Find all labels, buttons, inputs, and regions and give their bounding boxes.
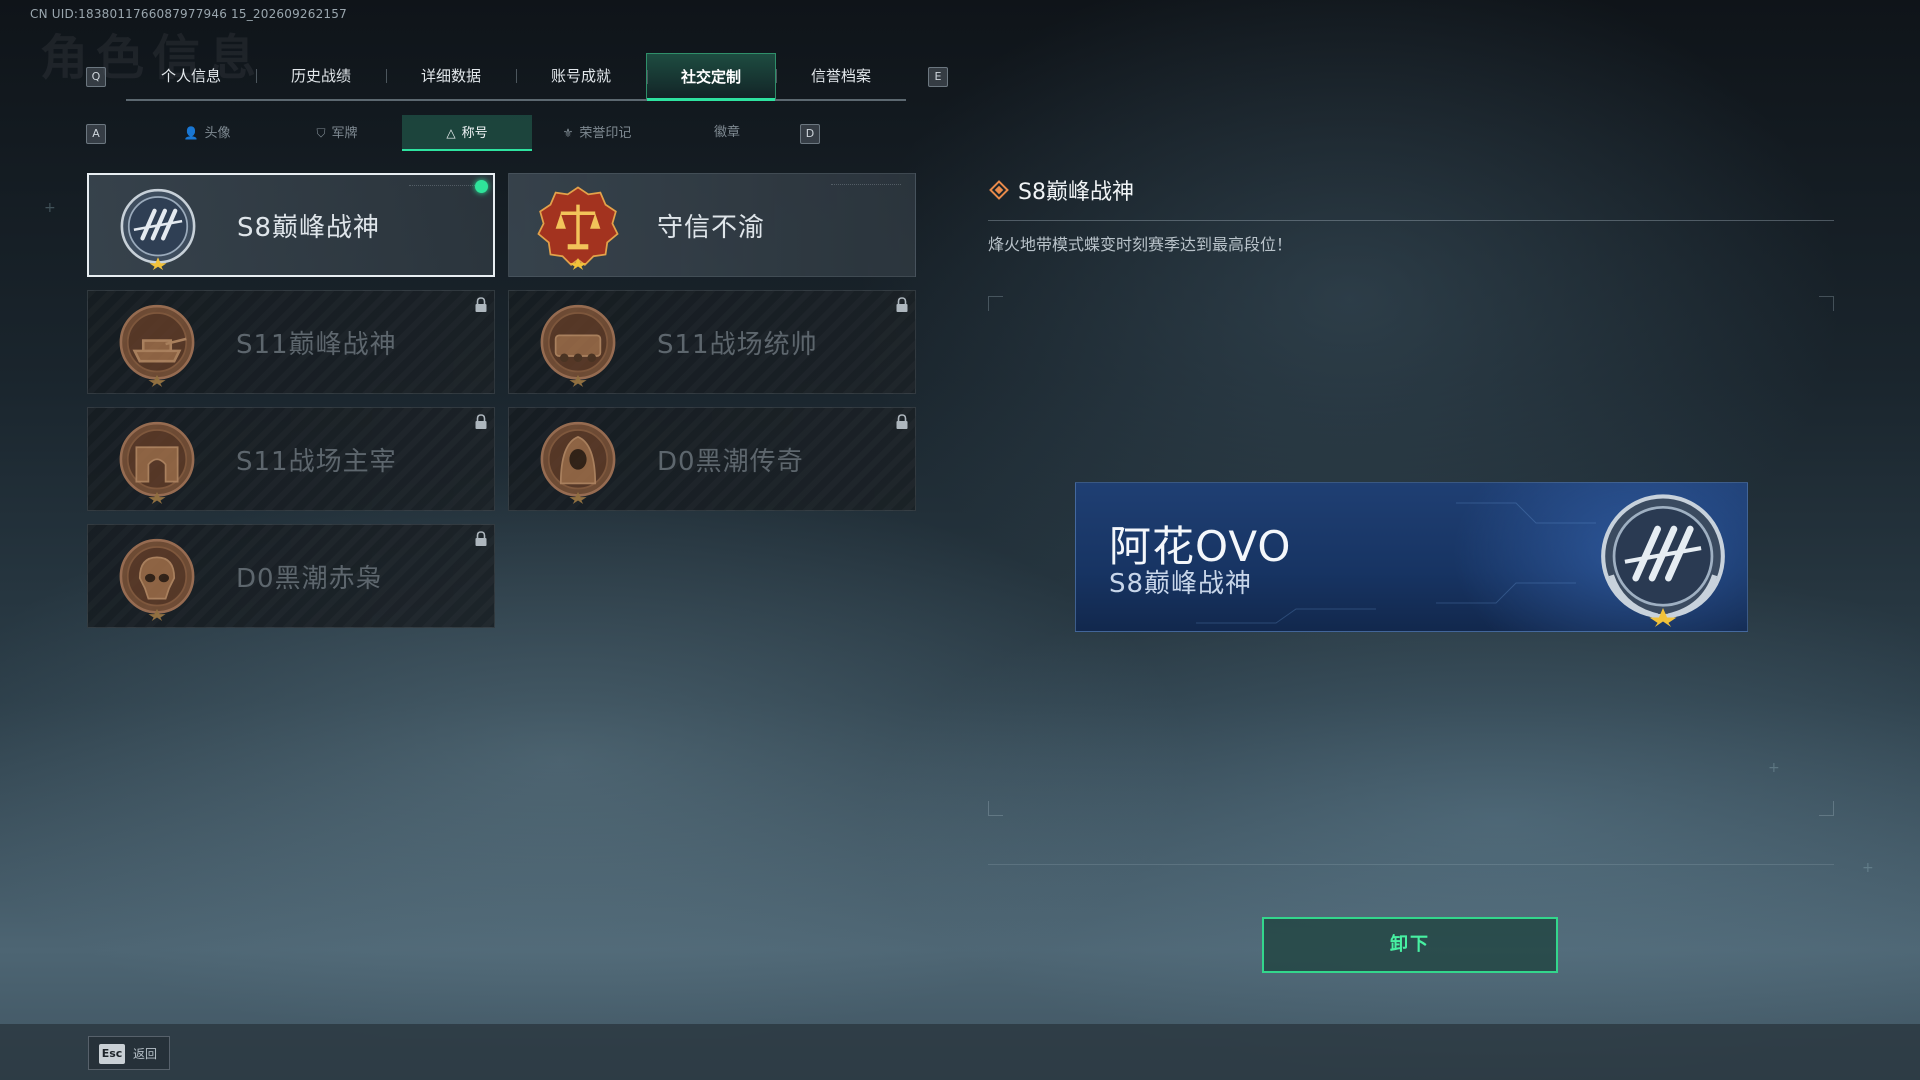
tank-emblem-icon xyxy=(114,301,200,387)
sub-tab[interactable]: ⛉ 军牌 xyxy=(272,115,402,151)
sub-tab-label: 荣誉印记 xyxy=(579,126,632,141)
lock-icon xyxy=(474,297,488,313)
arch-emblem-icon xyxy=(114,418,200,504)
title-card[interactable]: S11战场统帅 xyxy=(508,290,916,394)
title-card[interactable]: S8巅峰战神 xyxy=(87,173,495,277)
unequip-button[interactable]: 卸下 xyxy=(1262,917,1558,973)
sub-tab-label: 头像 xyxy=(204,126,231,141)
top-tab[interactable]: 账号成就 xyxy=(516,53,646,99)
nameplate-preview: 阿花OVO S8巅峰战神 xyxy=(1075,482,1748,632)
hud-cross-icon: + xyxy=(1862,860,1874,876)
title-card-label: 守信不渝 xyxy=(657,212,766,243)
detail-description: 烽火地带模式蝶变时刻赛季达到最高段位！ xyxy=(988,235,1293,254)
hud-cross-icon: + xyxy=(1768,760,1780,776)
bottom-bar xyxy=(0,1024,1920,1080)
apc-emblem-icon xyxy=(535,301,621,387)
card-decoration xyxy=(831,184,901,187)
lock-icon xyxy=(895,414,909,430)
sub-tab[interactable]: 徽章 xyxy=(662,115,792,151)
lock-icon xyxy=(474,414,488,430)
hud-cross-icon: + xyxy=(44,200,56,216)
prev-subtab-key[interactable]: A xyxy=(86,124,106,144)
title-card-label: S11战场统帅 xyxy=(657,329,818,360)
title-card-label: S11战场主宰 xyxy=(236,446,397,477)
next-tab-key[interactable]: E xyxy=(928,67,948,87)
top-tab-bar: Q 个人信息 历史战绩 详细数据 账号成就 社交定制 信誉档案 E xyxy=(84,53,948,101)
sub-tab-label: 称号 xyxy=(461,126,488,141)
prev-tab-key[interactable]: Q xyxy=(86,67,106,87)
sub-tabs: 👤 头像 ⛉ 军牌 △ 称号 ⚜ 荣誉印记 徽章 xyxy=(142,115,792,151)
honor-mark-icon: ⚜ xyxy=(562,126,574,140)
skull-emblem-icon xyxy=(114,535,200,621)
detail-divider xyxy=(988,220,1834,221)
sub-tab[interactable]: △ 称号 xyxy=(402,115,532,151)
title-card[interactable]: S11巅峰战神 xyxy=(87,290,495,394)
wings-emblem-icon xyxy=(115,185,201,271)
top-tab[interactable]: 个人信息 xyxy=(126,53,256,99)
top-tab[interactable]: 社交定制 xyxy=(646,53,776,101)
top-tabs: 个人信息 历史战绩 详细数据 账号成就 社交定制 信誉档案 xyxy=(126,53,906,101)
title-card-label: S8巅峰战神 xyxy=(237,212,381,243)
title-icon: △ xyxy=(446,126,456,140)
title-card-label: S11巅峰战神 xyxy=(236,329,397,360)
top-tab[interactable]: 历史战绩 xyxy=(256,53,386,99)
title-card-label: D0黑潮传奇 xyxy=(657,446,804,477)
title-card[interactable]: D0黑潮传奇 xyxy=(508,407,916,511)
hooded-figure-emblem-icon xyxy=(535,418,621,504)
uid-label: CN UID:1838011766087977946 15_2026092621… xyxy=(30,7,347,21)
equipped-indicator xyxy=(475,180,488,193)
diamond-icon xyxy=(989,180,1009,200)
bottom-divider xyxy=(988,864,1834,865)
preview-title: S8巅峰战神 xyxy=(1109,569,1253,599)
card-decoration xyxy=(409,185,479,188)
sub-tab-bar: A 👤 头像 ⛉ 军牌 △ 称号 ⚜ 荣誉印记 徽章 D xyxy=(84,115,844,151)
title-card[interactable]: 守信不渝 xyxy=(508,173,916,277)
esc-key: Esc xyxy=(99,1044,125,1064)
back-label: 返回 xyxy=(133,1047,158,1061)
sub-tab[interactable]: 👤 头像 xyxy=(142,115,272,151)
detail-title-name: S8巅峰战神 xyxy=(1018,180,1134,205)
title-card[interactable]: D0黑潮赤枭 xyxy=(87,524,495,628)
top-tab[interactable]: 详细数据 xyxy=(386,53,516,99)
lock-icon xyxy=(895,297,909,313)
title-card-label: D0黑潮赤枭 xyxy=(236,563,383,594)
title-card[interactable]: S11战场主宰 xyxy=(87,407,495,511)
sub-tab-label: 军牌 xyxy=(331,126,358,141)
wings-emblem-icon xyxy=(1601,494,1725,627)
sub-tab-label: 徽章 xyxy=(713,125,740,140)
avatar-icon: 👤 xyxy=(183,126,199,140)
back-button[interactable]: Esc 返回 xyxy=(88,1036,170,1070)
sub-tab[interactable]: ⚜ 荣誉印记 xyxy=(532,115,662,151)
top-tab[interactable]: 信誉档案 xyxy=(776,53,906,99)
scales-emblem-icon xyxy=(535,184,621,270)
title-detail-panel: S8巅峰战神 烽火地带模式蝶变时刻赛季达到最高段位！ xyxy=(988,170,1834,255)
dogtag-icon: ⛉ xyxy=(316,126,326,140)
next-subtab-key[interactable]: D xyxy=(800,124,820,144)
lock-icon xyxy=(474,531,488,547)
